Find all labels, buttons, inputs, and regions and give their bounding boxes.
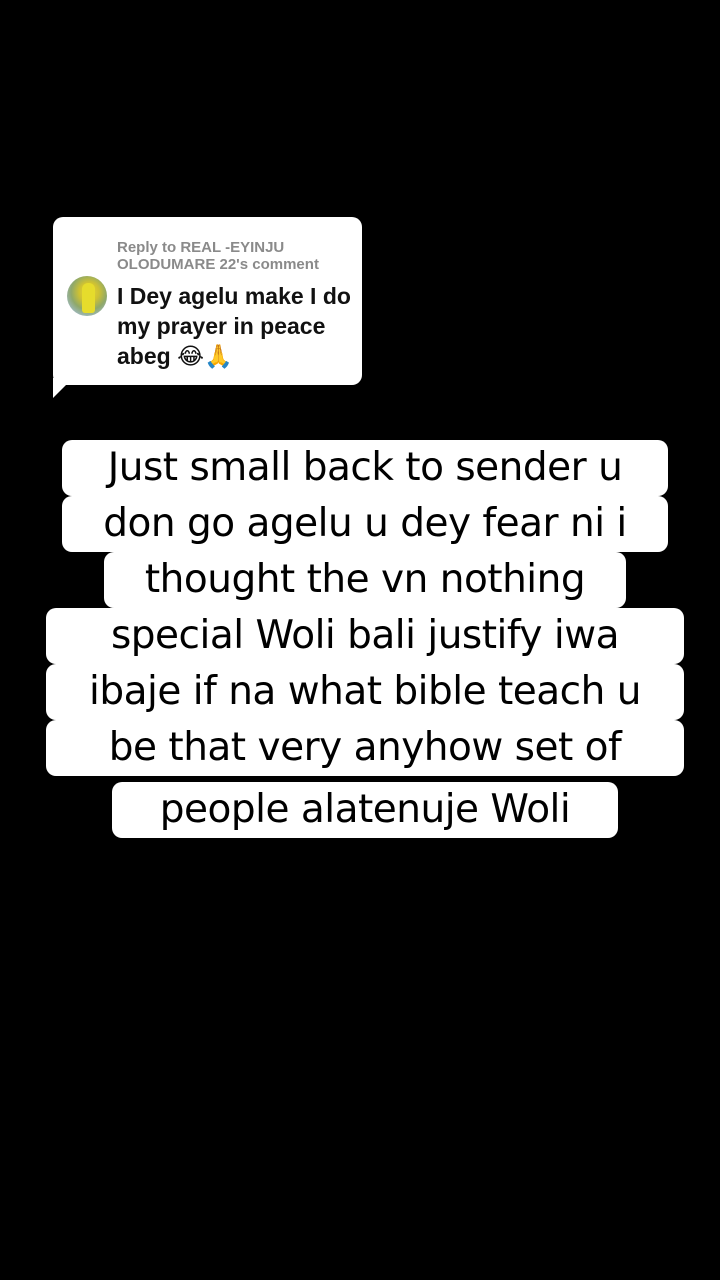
caption-line: thought the vn nothing — [104, 552, 626, 608]
caption-line: Just small back to sender u — [62, 440, 668, 496]
caption-line: ibaje if na what bible teach u — [46, 664, 684, 720]
reply-comment-text: I Dey agelu make I do my prayer in peace… — [117, 283, 351, 369]
reply-header: Reply to REAL -EYINJU OLODUMARE 22's com… — [117, 239, 319, 273]
avatar-figure — [82, 283, 95, 313]
caption-line: special Woli bali justify iwa — [46, 608, 684, 664]
caption-line: people alatenuje Woli — [112, 782, 618, 838]
reply-bubble[interactable]: Reply to REAL -EYINJU OLODUMARE 22's com… — [53, 217, 362, 385]
caption-line: don go agelu u dey fear ni i — [62, 496, 668, 552]
commenter-avatar[interactable] — [67, 276, 107, 316]
reply-bubble-tail — [53, 378, 73, 398]
caption-line: be that very anyhow set of — [46, 720, 684, 776]
